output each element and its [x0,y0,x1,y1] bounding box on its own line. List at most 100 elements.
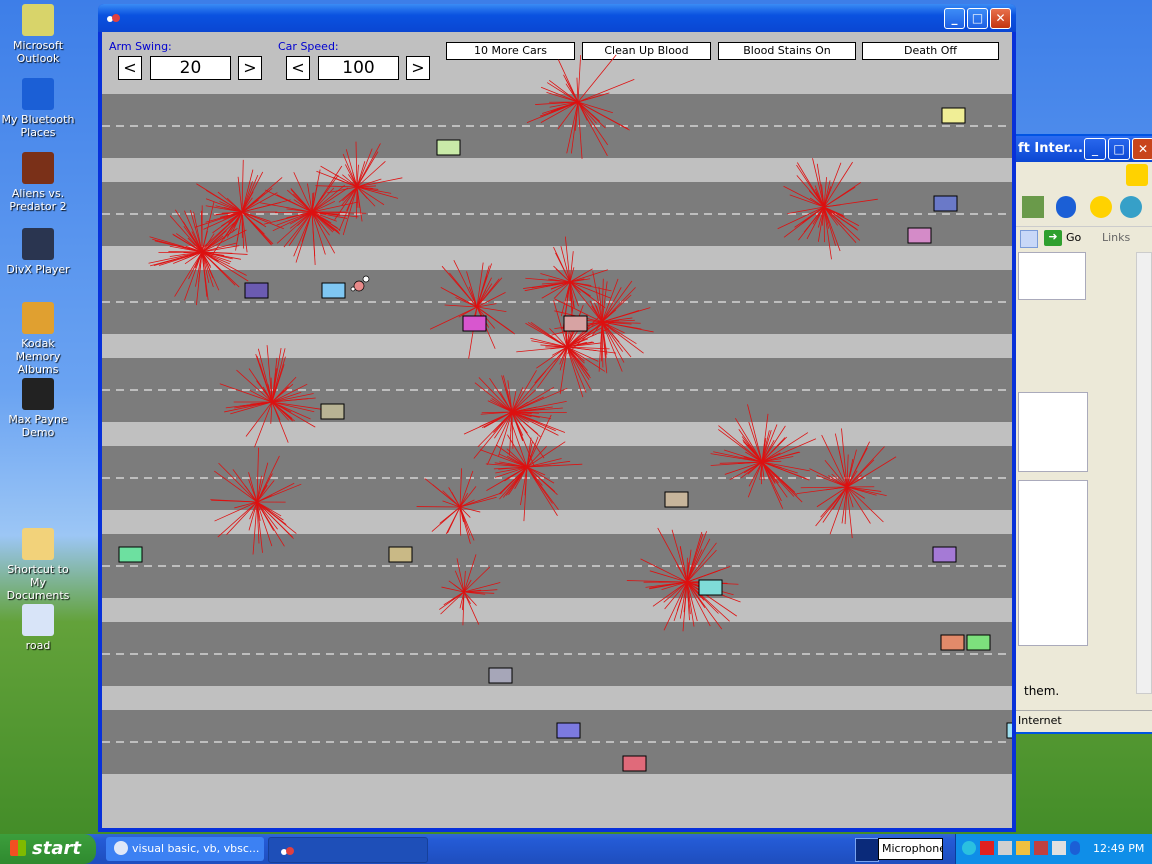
blood-streak [553,346,568,363]
zonealarm-icon[interactable] [980,841,994,855]
links-label[interactable]: Links [1102,231,1130,244]
blood-streak [802,206,825,224]
msn-icon[interactable] [1120,196,1142,218]
ie-close-button[interactable]: ✕ [1132,138,1152,160]
shortcut-my-documents-icon [22,528,54,560]
blood-streak [271,383,308,403]
blood-streak [201,245,240,253]
blood-streak [796,162,825,208]
internet-explorer-window[interactable]: ft Inter... _ □ ✕ ➜ Go Links them. Inter… [1012,134,1152,734]
security-icon[interactable] [1016,841,1030,855]
blood-streak [846,456,897,488]
yahoo-icon[interactable] [1090,196,1112,218]
blood-streak [823,198,878,208]
blood-streak [577,321,603,329]
road-app-window[interactable]: _ □ ✕ Arm Swing: < 20 > Car Speed: < 100… [98,4,1016,832]
blood-streak [451,591,465,601]
blood-streak [577,101,588,121]
car-speed-value[interactable]: 100 [318,56,399,80]
death-toggle-button[interactable]: Death Off [862,42,999,60]
maximize-button[interactable]: □ [967,8,988,29]
start-button[interactable]: start [0,834,96,864]
blood-streak [271,401,293,419]
desktop-icon[interactable]: Kodak Memory Albums [0,302,76,376]
blood-streak [832,486,848,510]
blood-streak [338,186,358,203]
blood-streak [511,411,545,459]
blood-stains-toggle-button[interactable]: Blood Stains On [718,42,856,60]
blood-streak [194,251,203,269]
blood-streak [159,251,203,266]
go-arrow-icon[interactable]: ➜ [1044,230,1062,246]
blood-streak [566,311,582,348]
blood-streak [241,211,264,226]
address-dropdown-arrow[interactable] [1020,230,1038,248]
blood-streak [241,181,253,213]
desktop-icon[interactable]: road [0,604,76,652]
blood-streak [256,501,275,531]
blood-streak [263,211,313,225]
blood-streak [256,501,261,521]
blood-streak [777,206,825,230]
blood-streak [540,86,579,103]
blood-streak [444,304,478,308]
blood-streak [504,466,528,482]
ie-maximize-button[interactable]: □ [1108,138,1130,160]
blood-streak [511,411,535,467]
network-icon[interactable] [962,841,976,855]
ie-scrollbar[interactable] [1136,252,1152,694]
volume-icon[interactable] [1052,841,1066,855]
app-titlebar[interactable]: _ □ ✕ [98,4,1016,32]
blood-streak [565,322,568,348]
ie-minimize-button[interactable]: _ [1084,138,1106,160]
blood-streak [816,163,825,208]
desktop-icon[interactable]: Max Payne Demo [0,378,76,439]
blood-streak [657,527,688,583]
arm-swing-decrease-button[interactable]: < [118,56,142,80]
taskbar-item-visual-basic[interactable]: visual basic, vb, vbsc... [106,837,264,861]
ten-more-cars-button[interactable]: 10 More Cars [446,42,575,60]
blood-streak [531,340,568,348]
desktop-icon-label: My Bluetooth [1,113,75,126]
minimize-button[interactable]: _ [944,8,965,29]
close-button[interactable]: ✕ [990,8,1011,29]
desktop-icon[interactable]: Microsoft Outlook [0,4,76,65]
blood-streak [526,466,546,476]
blood-streak [476,265,490,308]
desktop-icon[interactable]: Aliens vs. Predator 2 [0,152,76,213]
blood-streak [271,401,295,422]
display-icon[interactable] [998,841,1012,855]
blood-streak [823,206,844,217]
blood-streak [311,211,321,227]
blood-streak [761,452,781,463]
desktop-icon[interactable]: Shortcut to My Documents [0,528,76,602]
blood-streak [346,186,358,211]
clean-up-blood-button[interactable]: Clean Up Blood [582,42,711,60]
arm-swing-value[interactable]: 20 [150,56,231,80]
desktop-icon[interactable]: My Bluetooth Places [0,78,76,139]
arm-swing-increase-button[interactable]: > [238,56,262,80]
car-speed-decrease-button[interactable]: < [286,56,310,80]
language-bar-icon[interactable] [855,838,879,862]
blood-streak [734,418,763,463]
blood-streak [256,355,273,403]
blood-streak [502,375,513,413]
blood-streak [761,438,817,463]
car-speed-increase-button[interactable]: > [406,56,430,80]
blood-streak [534,346,568,384]
desktop-icon[interactable]: DivX Player [0,228,76,276]
blood-streak [356,186,368,199]
microphone-button[interactable]: Microphone [878,838,943,860]
bluetooth-icon[interactable] [1056,196,1076,218]
go-button[interactable]: Go [1066,231,1081,244]
blood-streak [511,411,567,414]
blood-streak [476,263,492,308]
blood-streak [663,581,688,603]
antivirus-icon[interactable] [1034,841,1048,855]
bluetooth-tray-icon[interactable] [1070,841,1080,855]
taskbar-item-road-app[interactable] [268,837,428,863]
blood-streak [463,590,477,593]
messenger-icon[interactable] [1022,196,1044,218]
blood-streak [311,165,343,213]
blood-streak [823,206,857,243]
